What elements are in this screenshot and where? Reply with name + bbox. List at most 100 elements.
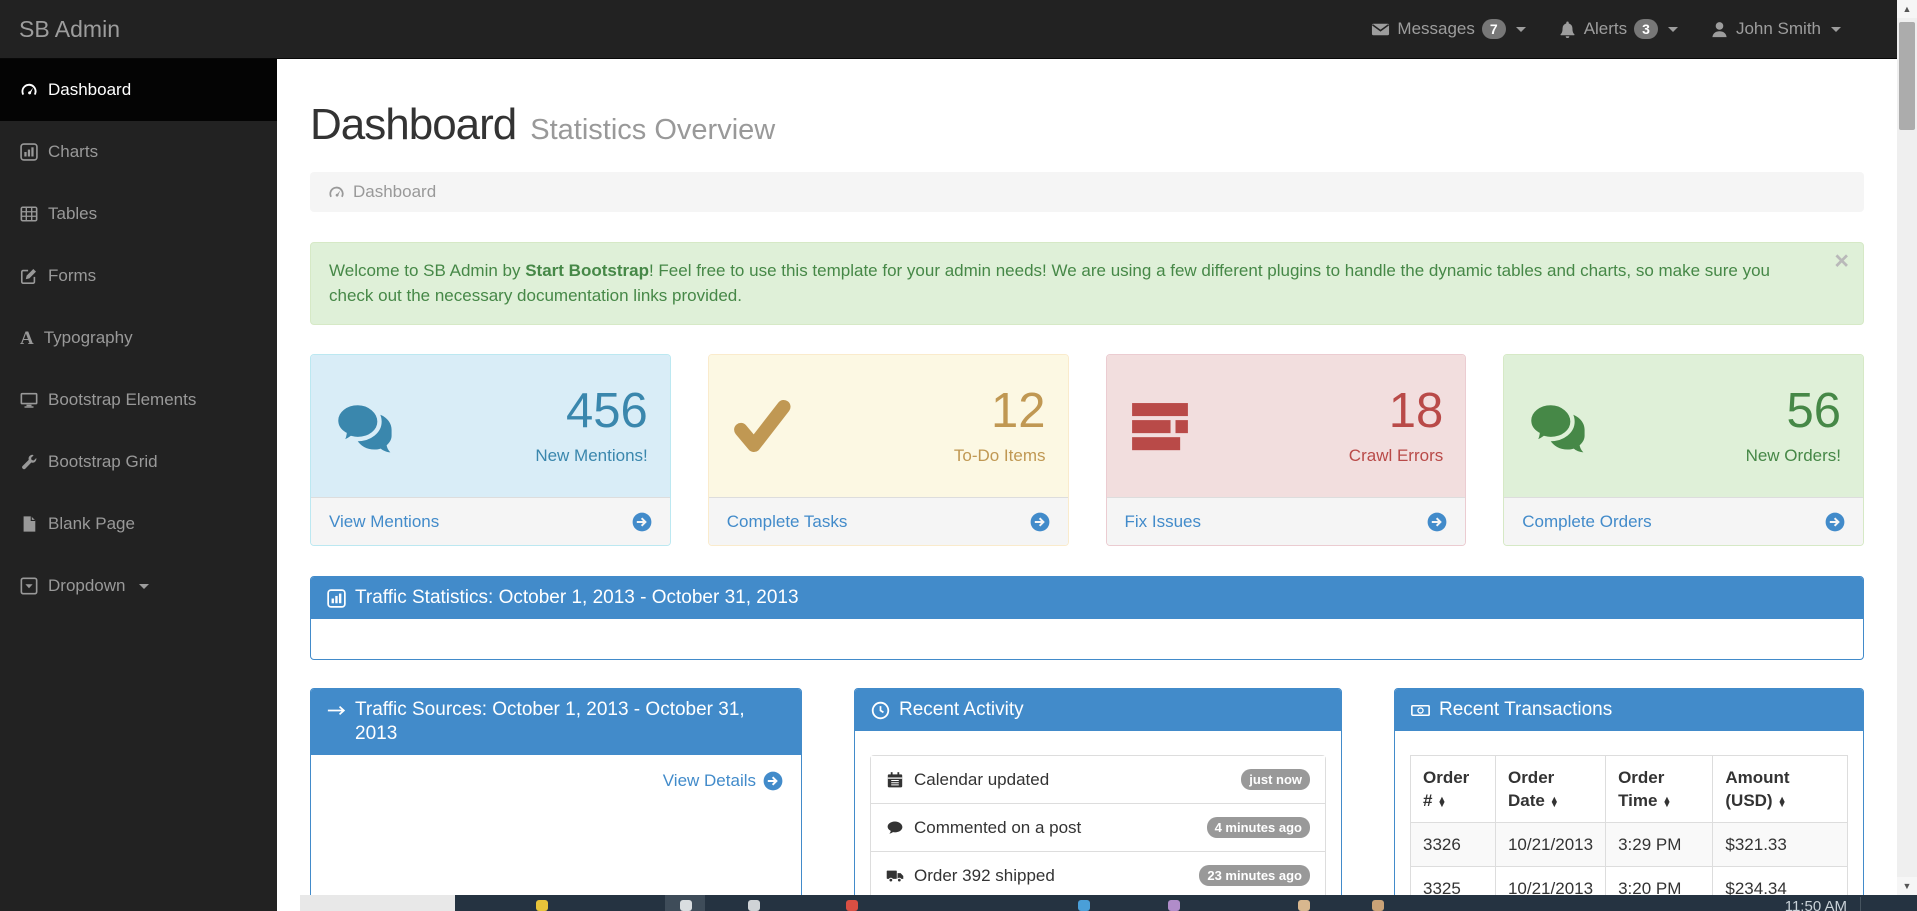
activity-time-badge: 23 minutes ago: [1199, 865, 1310, 886]
view-details-link[interactable]: View Details: [663, 771, 783, 791]
navbar-right: Messages 7 Alerts 3 John Smith: [1355, 0, 1857, 58]
activity-item[interactable]: Order 392 shipped 23 minutes ago: [871, 851, 1325, 896]
caret-down-icon: [1831, 27, 1841, 32]
caret-down-icon: [1668, 27, 1678, 32]
alert-bold-text: Start Bootstrap: [525, 261, 649, 280]
column-header-order-date[interactable]: Order Date: [1495, 756, 1605, 823]
money-icon: [1411, 701, 1430, 720]
sidebar-item-dashboard[interactable]: Dashboard: [0, 59, 277, 121]
stat-panel-heading: 18 Crawl Errors: [1107, 355, 1466, 497]
scroll-down-button[interactable]: ▼: [1897, 877, 1917, 895]
sidebar-item-bootstrap-elements[interactable]: Bootstrap Elements: [0, 369, 277, 431]
arrow-circle-right-icon: [763, 771, 783, 791]
sort-icon: [1778, 797, 1787, 807]
column-header-amount[interactable]: Amount (USD): [1713, 756, 1848, 823]
cell-order-date: 10/21/2013: [1495, 867, 1605, 896]
scrollbar-thumb[interactable]: [1899, 22, 1915, 130]
brand-link[interactable]: SB Admin: [19, 0, 120, 58]
cell-order-time: 3:29 PM: [1606, 823, 1713, 867]
activity-item[interactable]: Commented on a post 4 minutes ago: [871, 803, 1325, 851]
messages-dropdown[interactable]: Messages 7: [1355, 0, 1541, 58]
bar-chart-icon: [20, 143, 38, 161]
activity-item[interactable]: Calendar updated just now: [871, 756, 1325, 803]
activity-text: Calendar updated: [914, 770, 1049, 790]
scroll-up-button[interactable]: ▲: [1897, 0, 1917, 18]
sidebar-nav: Dashboard Charts Tables Forms A Typograp…: [0, 59, 277, 911]
taskbar-icon[interactable]: [846, 900, 858, 911]
stat-panel-heading: 456 New Mentions!: [311, 355, 670, 497]
edit-icon: [20, 267, 38, 285]
stat-value: 12: [954, 387, 1046, 436]
sidebar-item-bootstrap-grid[interactable]: Bootstrap Grid: [0, 431, 277, 493]
taskbar-icon[interactable]: [536, 900, 548, 911]
stat-figures: 18 Crawl Errors: [1349, 387, 1443, 466]
stat-panel-orders: 56 New Orders! Complete Orders: [1503, 354, 1864, 546]
taskbar-separator: [1860, 897, 1861, 911]
fix-issues-link[interactable]: Fix Issues: [1107, 497, 1466, 545]
bottom-row: Traffic Sources: October 1, 2013 - Octob…: [310, 688, 1864, 896]
caret-down-icon: [139, 584, 149, 589]
sidebar-item-charts[interactable]: Charts: [0, 121, 277, 183]
traffic-sources-body: View Details: [311, 755, 801, 807]
stat-panel-todo: 12 To-Do Items Complete Tasks: [708, 354, 1069, 546]
comment-icon: [886, 819, 904, 837]
sidebar-item-label: Blank Page: [48, 514, 135, 534]
cell-order-number: 3326: [1411, 823, 1496, 867]
view-mentions-link[interactable]: View Mentions: [311, 497, 670, 545]
taskbar-icon[interactable]: [748, 900, 760, 911]
file-icon: [20, 515, 38, 533]
stat-figures: 12 To-Do Items: [954, 387, 1046, 466]
taskbar-icon[interactable]: [680, 900, 692, 911]
sidebar-item-forms[interactable]: Forms: [0, 245, 277, 307]
cell-amount: $321.33: [1713, 823, 1848, 867]
close-icon[interactable]: ×: [1834, 249, 1849, 274]
transactions-table: Order # Order Date Order Time Amount (US…: [1410, 755, 1848, 896]
user-name: John Smith: [1736, 19, 1821, 39]
caret-square-icon: [20, 577, 38, 595]
sidebar-item-blank-page[interactable]: Blank Page: [0, 493, 277, 555]
taskbar-icon[interactable]: [1372, 900, 1384, 911]
font-icon: A: [20, 329, 34, 348]
arrow-circle-right-icon: [1427, 512, 1447, 532]
messages-count-badge: 7: [1482, 19, 1506, 39]
comments-icon: [333, 395, 395, 457]
sidebar-item-label: Dropdown: [48, 576, 126, 596]
table-row: 3326 10/21/2013 3:29 PM $321.33: [1411, 823, 1848, 867]
cell-order-date: 10/21/2013: [1495, 823, 1605, 867]
taskbar-icon[interactable]: [1078, 900, 1090, 911]
recent-transactions-panel: Recent Transactions Order # Order Date O…: [1394, 688, 1864, 896]
stat-value: 56: [1746, 387, 1841, 436]
sidebar-item-dropdown[interactable]: Dropdown: [0, 555, 277, 617]
desktop-icon: [20, 391, 38, 409]
column-header-order-number[interactable]: Order #: [1411, 756, 1496, 823]
wrench-icon: [20, 453, 38, 471]
main-content: DashboardStatistics Overview Dashboard W…: [277, 59, 1897, 896]
activity-time-badge: 4 minutes ago: [1207, 817, 1310, 838]
recent-transactions-body: Order # Order Date Order Time Amount (US…: [1395, 731, 1863, 896]
complete-tasks-link[interactable]: Complete Tasks: [709, 497, 1068, 545]
alert-text: Welcome to SB Admin by Start Bootstrap! …: [329, 261, 1770, 305]
activity-time-badge: just now: [1241, 769, 1310, 790]
cell-amount: $234.34: [1713, 867, 1848, 896]
sidebar-item-label: Forms: [48, 266, 96, 286]
bell-icon: [1558, 20, 1577, 39]
column-header-order-time[interactable]: Order Time: [1606, 756, 1713, 823]
clock-icon: [871, 701, 890, 720]
taskbar-icon[interactable]: [1298, 900, 1310, 911]
complete-orders-link[interactable]: Complete Orders: [1504, 497, 1863, 545]
stat-panel-heading: 12 To-Do Items: [709, 355, 1068, 497]
stat-panel-mentions: 456 New Mentions! View Mentions: [310, 354, 671, 546]
user-dropdown[interactable]: John Smith: [1694, 0, 1857, 58]
cell-order-time: 3:20 PM: [1606, 867, 1713, 896]
taskbar-window-button[interactable]: [300, 895, 455, 911]
vertical-scrollbar[interactable]: ▲ ▼: [1897, 0, 1917, 895]
alerts-dropdown[interactable]: Alerts 3: [1542, 0, 1694, 58]
sidebar-item-label: Dashboard: [48, 80, 131, 100]
stat-label: New Orders!: [1746, 446, 1841, 466]
taskbar-icon[interactable]: [1168, 900, 1180, 911]
sidebar-item-tables[interactable]: Tables: [0, 183, 277, 245]
sidebar-item-label: Charts: [48, 142, 98, 162]
table-header-row: Order # Order Date Order Time Amount (US…: [1411, 756, 1848, 823]
recent-activity-panel: Recent Activity Calendar updated just no…: [854, 688, 1342, 896]
sidebar-item-typography[interactable]: A Typography: [0, 307, 277, 369]
